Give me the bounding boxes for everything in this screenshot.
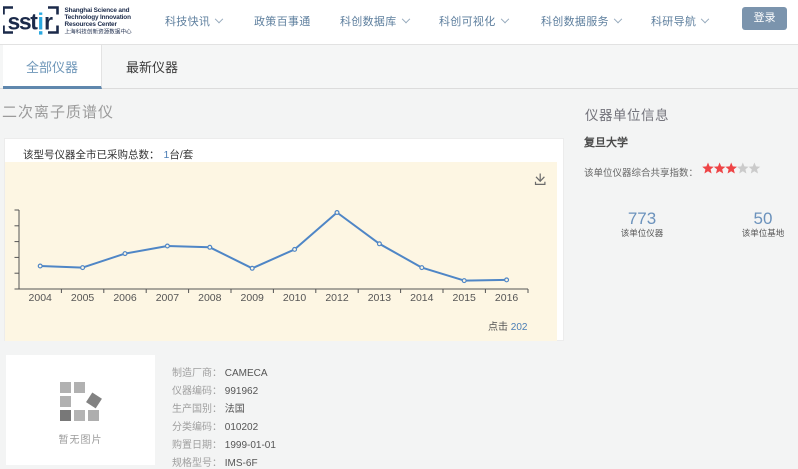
svg-text:点击 202: 点击 202: [488, 321, 528, 333]
svg-text:2006: 2006: [113, 292, 137, 304]
svg-text:2016: 2016: [495, 292, 519, 304]
svg-text:上海科技创新资源数据中心: 上海科技创新资源数据中心: [65, 28, 133, 36]
svg-text:2009: 2009: [241, 292, 265, 304]
svg-text:sst: sst: [8, 9, 39, 35]
svg-text:2008: 2008: [198, 292, 222, 304]
svg-text:2012: 2012: [325, 292, 349, 304]
svg-text:Technology Innovation: Technology Innovation: [65, 14, 132, 21]
svg-text:Resources Center: Resources Center: [65, 21, 118, 28]
svg-text:2015: 2015: [453, 292, 477, 304]
svg-text:r: r: [44, 9, 53, 35]
svg-text:2005: 2005: [71, 292, 95, 304]
svg-text:Shanghai Science and: Shanghai Science and: [65, 7, 130, 14]
svg-text:2010: 2010: [283, 292, 307, 304]
svg-text:i: i: [38, 9, 44, 35]
svg-text:2004: 2004: [29, 292, 53, 304]
svg-text:2007: 2007: [156, 292, 180, 304]
svg-text:2013: 2013: [368, 292, 392, 304]
svg-text:2014: 2014: [410, 292, 434, 304]
